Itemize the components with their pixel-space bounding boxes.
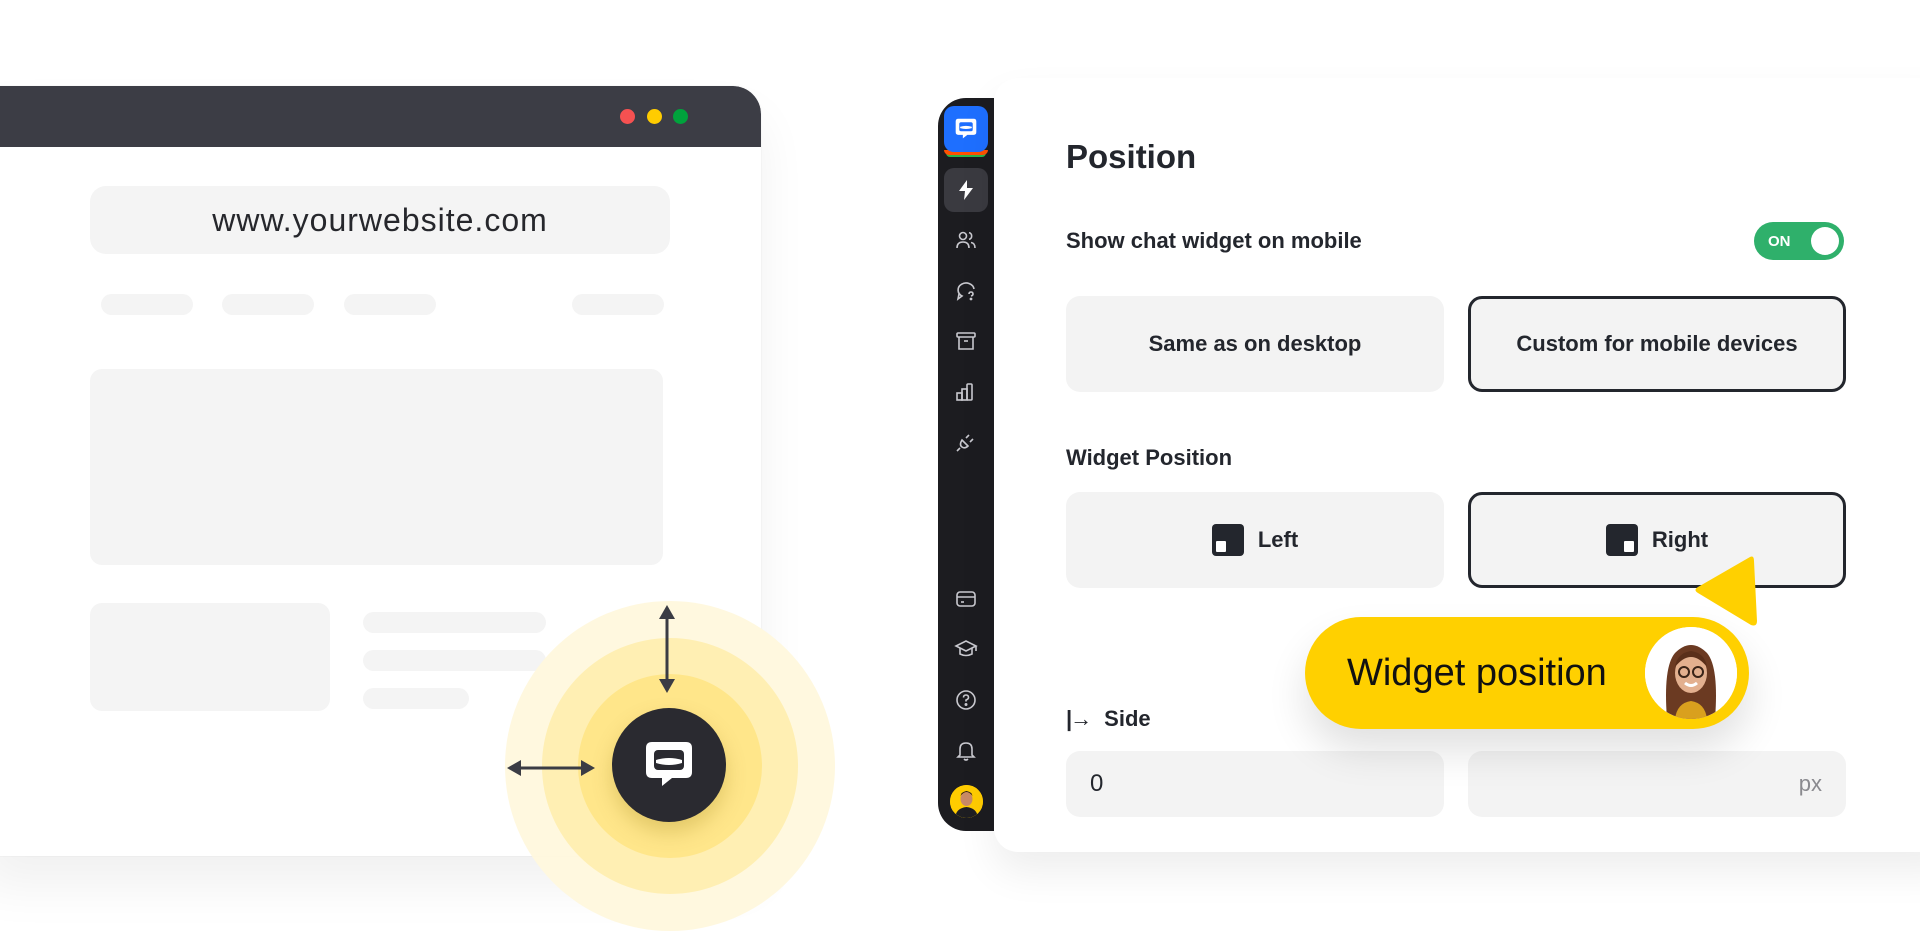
position-left-icon <box>1211 524 1244 556</box>
tooltip-text: Widget position <box>1347 651 1607 694</box>
horizontal-arrow-icon <box>507 760 595 776</box>
credit-card-icon <box>956 591 976 607</box>
users-icon <box>956 231 976 249</box>
window-maximize-button[interactable] <box>673 109 688 124</box>
position-right-icon <box>1605 524 1638 556</box>
text-line-placeholder <box>363 650 546 671</box>
sidebar-item-automation[interactable] <box>944 168 988 212</box>
sidebar-item-agents[interactable] <box>944 218 988 262</box>
position-left-button[interactable]: Left <box>1066 492 1444 588</box>
address-bar[interactable]: www.yourwebsite.com <box>90 186 670 254</box>
widget-position-label: Widget Position <box>1066 445 1233 470</box>
bell-icon <box>956 742 976 761</box>
nav-placeholder <box>344 294 436 315</box>
option-custom-mobile[interactable]: Custom for mobile devices <box>1468 296 1846 392</box>
text-line-placeholder <box>363 688 469 709</box>
chat-widget-button[interactable] <box>612 708 726 822</box>
image-placeholder <box>90 603 330 711</box>
sidebar-item-help[interactable] <box>944 678 988 722</box>
side-spacing-label: |→ Side <box>1066 706 1151 732</box>
sidebar-item-notifications[interactable] <box>944 728 988 772</box>
sidebar-item-integrations[interactable] <box>944 420 988 464</box>
settings-panel: Position Show chat widget on mobile ON S… <box>994 78 1920 852</box>
graduation-cap-icon <box>954 640 978 657</box>
user-avatar[interactable] <box>950 785 983 818</box>
user-avatar-photo <box>950 785 983 818</box>
option-label: Left <box>1257 527 1299 552</box>
side-label-text: Side <box>1104 706 1151 731</box>
position-right-button[interactable]: Right <box>1468 492 1846 588</box>
sidebar-item-archives[interactable] <box>944 319 988 363</box>
option-label: Same as on desktop <box>1148 331 1362 356</box>
help-icon <box>956 690 976 710</box>
nav-placeholder <box>222 294 314 315</box>
window-minimize-button[interactable] <box>647 109 662 124</box>
vertical-arrow-icon <box>659 605 675 693</box>
page-title: Position <box>1066 138 1197 175</box>
text-line-placeholder <box>363 612 546 633</box>
chat-bubble-icon <box>646 742 692 786</box>
arrow-right-to-bar-icon: |→ <box>1066 706 1092 731</box>
hero-placeholder <box>90 369 663 565</box>
unit-label: px <box>1798 771 1822 796</box>
toggle-knob <box>1811 227 1839 255</box>
sidebar-item-learning[interactable] <box>944 627 988 671</box>
bottom-spacing-input[interactable]: px <box>1468 751 1846 817</box>
chat-question-icon <box>956 282 975 301</box>
livechat-logo-icon <box>955 118 977 139</box>
widget-position-tooltip: Widget position <box>1305 617 1749 729</box>
plug-icon <box>956 434 974 452</box>
option-label: Custom for mobile devices <box>1516 331 1798 356</box>
sidebar-item-chats[interactable] <box>944 269 988 313</box>
side-spacing-input[interactable]: 0 <box>1066 751 1444 817</box>
livechat-logo[interactable] <box>944 106 988 152</box>
sidebar-item-reports[interactable] <box>944 370 988 414</box>
option-same-as-desktop[interactable]: Same as on desktop <box>1066 296 1444 392</box>
bar-chart-icon <box>956 383 973 401</box>
mobile-toggle-label: Show chat widget on mobile <box>1066 228 1362 253</box>
window-close-button[interactable] <box>620 109 635 124</box>
agent-avatar-photo <box>1645 627 1737 719</box>
app-sidebar <box>938 98 994 831</box>
browser-title-bar <box>0 86 761 147</box>
nav-placeholder <box>101 294 193 315</box>
agent-avatar <box>1645 627 1737 719</box>
toggle-state-label: ON <box>1768 232 1791 250</box>
archive-icon <box>956 332 976 350</box>
option-label: Right <box>1651 527 1709 552</box>
lightning-icon <box>959 180 973 200</box>
mobile-toggle-switch[interactable]: ON <box>1754 222 1844 260</box>
nav-placeholder <box>572 294 664 315</box>
sidebar-item-billing[interactable] <box>944 577 988 621</box>
